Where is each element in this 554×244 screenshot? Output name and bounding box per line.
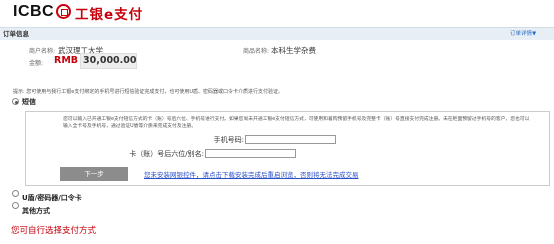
product-label: 商品名称:: [243, 48, 270, 55]
payment-hint: 提示: 您可使用与我行工银e支付绑定的手机号进行短信验证完成支付，也可使用U盾、…: [13, 89, 284, 95]
ukey-option-label[interactable]: U盾/密码器/口令卡: [22, 193, 82, 203]
card-label: 卡（账）号后六位/别名:: [129, 150, 204, 158]
order-info-title: 订单信息: [3, 30, 29, 38]
amount-label: 金额:: [29, 60, 44, 67]
amount-value: 30,000.00: [83, 55, 137, 66]
product-value: 本科生学杂费: [271, 46, 316, 55]
sms-radio[interactable]: [12, 98, 19, 105]
sms-description: 您可以输入已开通工银e支付短信方式的卡（账）号后六位、手机号进行支付。如果您尚未…: [63, 117, 530, 129]
other-option-label[interactable]: 其他方式: [22, 206, 50, 216]
sms-option-label[interactable]: 短信: [22, 97, 36, 107]
other-radio[interactable]: [12, 202, 19, 209]
card-input[interactable]: [205, 149, 296, 158]
icbc-seal-icon: [56, 4, 71, 19]
icbc-logo-text: ICBC: [13, 3, 55, 20]
order-info-bar: [0, 27, 554, 40]
phone-label: 手机号码:: [213, 136, 244, 144]
ukey-radio[interactable]: [12, 190, 19, 197]
order-details-link[interactable]: 订单详情▼: [510, 29, 536, 37]
install-control-link[interactable]: 您未安装网银控件，请点击下载安装完成后重启浏览，否则将无法完成交易: [144, 169, 359, 179]
next-button[interactable]: 下一步: [60, 167, 128, 181]
phone-input[interactable]: [245, 135, 336, 144]
merchant-label: 商户名称:: [29, 48, 56, 55]
footer-note: 您可自行选择支付方式: [11, 226, 97, 236]
brand-title: 工银e支付: [75, 7, 144, 23]
amount-currency: RMB: [54, 55, 79, 66]
